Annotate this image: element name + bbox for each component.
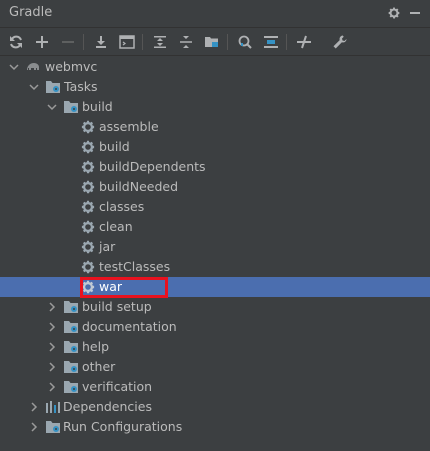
tree-item-help[interactable]: help bbox=[0, 337, 430, 357]
tree-item-label: other bbox=[82, 359, 116, 374]
task-build-dependents[interactable]: buildDependents bbox=[0, 157, 430, 177]
gradle-toolbar bbox=[0, 28, 430, 56]
task-label: buildNeeded bbox=[99, 179, 179, 194]
task-label: testClasses bbox=[99, 259, 171, 274]
dependencies-bars-icon bbox=[46, 401, 60, 413]
tree-item-label: webmvc bbox=[45, 59, 98, 74]
task-label: assemble bbox=[99, 119, 159, 134]
task-folder-gear-icon bbox=[64, 301, 78, 313]
hide-minus-icon[interactable] bbox=[405, 3, 425, 23]
gear-icon bbox=[81, 200, 95, 214]
task-war[interactable]: war bbox=[0, 277, 430, 297]
remove-minus-icon[interactable] bbox=[57, 31, 79, 53]
task-test-classes[interactable]: testClasses bbox=[0, 257, 430, 277]
tree-item-label: Dependencies bbox=[63, 399, 152, 414]
task-build-needed[interactable]: buildNeeded bbox=[0, 177, 430, 197]
chevron-right-icon[interactable] bbox=[28, 421, 40, 433]
task-folder-gear-icon bbox=[46, 421, 60, 433]
task-label: buildDependents bbox=[99, 159, 206, 174]
settings-gear-icon[interactable] bbox=[384, 3, 404, 23]
task-clean[interactable]: clean bbox=[0, 217, 430, 237]
chevron-right-icon[interactable] bbox=[28, 401, 40, 413]
group-modules-icon[interactable] bbox=[201, 31, 223, 53]
task-assemble[interactable]: assemble bbox=[0, 117, 430, 137]
tree-item-label: build setup bbox=[82, 299, 152, 314]
tree-item-label: Tasks bbox=[64, 79, 98, 94]
tree-item-label: Run Configurations bbox=[63, 419, 183, 434]
task-folder-gear-icon bbox=[64, 101, 78, 113]
gear-icon bbox=[81, 120, 95, 134]
analyze-dependencies-icon[interactable] bbox=[234, 31, 256, 53]
toolbar-separator bbox=[142, 34, 143, 50]
chevron-down-icon[interactable] bbox=[28, 81, 40, 93]
show-offline-icon[interactable] bbox=[260, 31, 282, 53]
download-sources-icon[interactable] bbox=[90, 31, 112, 53]
reload-icon[interactable] bbox=[5, 31, 27, 53]
task-label: clean bbox=[99, 219, 133, 234]
task-label: build bbox=[99, 139, 130, 154]
tree-item-label: documentation bbox=[82, 319, 177, 334]
toolbar-separator bbox=[83, 34, 84, 50]
task-label: jar bbox=[99, 239, 116, 254]
toolbar-separator bbox=[227, 34, 228, 50]
tree-item-build-group[interactable]: build bbox=[0, 97, 430, 117]
expand-all-icon[interactable] bbox=[149, 31, 171, 53]
tree-item-other[interactable]: other bbox=[0, 357, 430, 377]
tree-item-label: verification bbox=[82, 379, 153, 394]
task-label: war bbox=[99, 279, 123, 294]
chevron-right-icon[interactable] bbox=[46, 381, 58, 393]
gear-icon bbox=[81, 260, 95, 274]
chevron-right-icon[interactable] bbox=[46, 321, 58, 333]
execute-task-icon[interactable] bbox=[116, 31, 138, 53]
tree-item-build-setup[interactable]: build setup bbox=[0, 297, 430, 317]
gradle-project-tree: webmvc Tasks build assemble build buildD… bbox=[0, 56, 430, 451]
tree-item-documentation[interactable]: documentation bbox=[0, 317, 430, 337]
add-plus-icon[interactable] bbox=[31, 31, 53, 53]
task-folder-gear-icon bbox=[64, 341, 78, 353]
chevron-down-icon[interactable] bbox=[46, 101, 58, 113]
gradle-elephant-icon bbox=[27, 63, 39, 70]
tree-item-label: build bbox=[82, 99, 113, 114]
task-label: classes bbox=[99, 199, 145, 214]
tree-item-verification[interactable]: verification bbox=[0, 377, 430, 397]
tree-item-dependencies[interactable]: Dependencies bbox=[0, 397, 430, 417]
collapse-all-icon[interactable] bbox=[175, 31, 197, 53]
task-build[interactable]: build bbox=[0, 137, 430, 157]
gear-icon bbox=[81, 140, 95, 154]
build-tool-settings-wrench-icon[interactable] bbox=[329, 31, 351, 53]
tool-window-title: Gradle bbox=[9, 5, 53, 20]
task-folder-gear-icon bbox=[46, 81, 60, 93]
task-folder-gear-icon bbox=[64, 381, 78, 393]
toggle-offline-mode-icon[interactable] bbox=[293, 31, 315, 53]
chevron-right-icon[interactable] bbox=[46, 301, 58, 313]
gear-icon bbox=[81, 220, 95, 234]
task-folder-gear-icon bbox=[64, 321, 78, 333]
chevron-right-icon[interactable] bbox=[46, 341, 58, 353]
tree-item-project[interactable]: webmvc bbox=[0, 57, 430, 77]
task-classes[interactable]: classes bbox=[0, 197, 430, 217]
task-folder-gear-icon bbox=[64, 361, 78, 373]
gradle-tool-window: Gradle webmvc Tasks build assemble build… bbox=[0, 0, 430, 451]
chevron-down-icon[interactable] bbox=[8, 61, 20, 73]
tool-window-header: Gradle bbox=[0, 0, 430, 28]
toolbar-separator bbox=[286, 34, 287, 50]
task-jar[interactable]: jar bbox=[0, 237, 430, 257]
gear-icon bbox=[81, 280, 95, 294]
tree-item-tasks[interactable]: Tasks bbox=[0, 77, 430, 97]
gear-icon bbox=[81, 240, 95, 254]
gear-icon bbox=[81, 180, 95, 194]
gear-icon bbox=[81, 160, 95, 174]
tree-item-label: help bbox=[82, 339, 110, 354]
tree-item-run-configurations[interactable]: Run Configurations bbox=[0, 417, 430, 437]
chevron-right-icon[interactable] bbox=[46, 361, 58, 373]
